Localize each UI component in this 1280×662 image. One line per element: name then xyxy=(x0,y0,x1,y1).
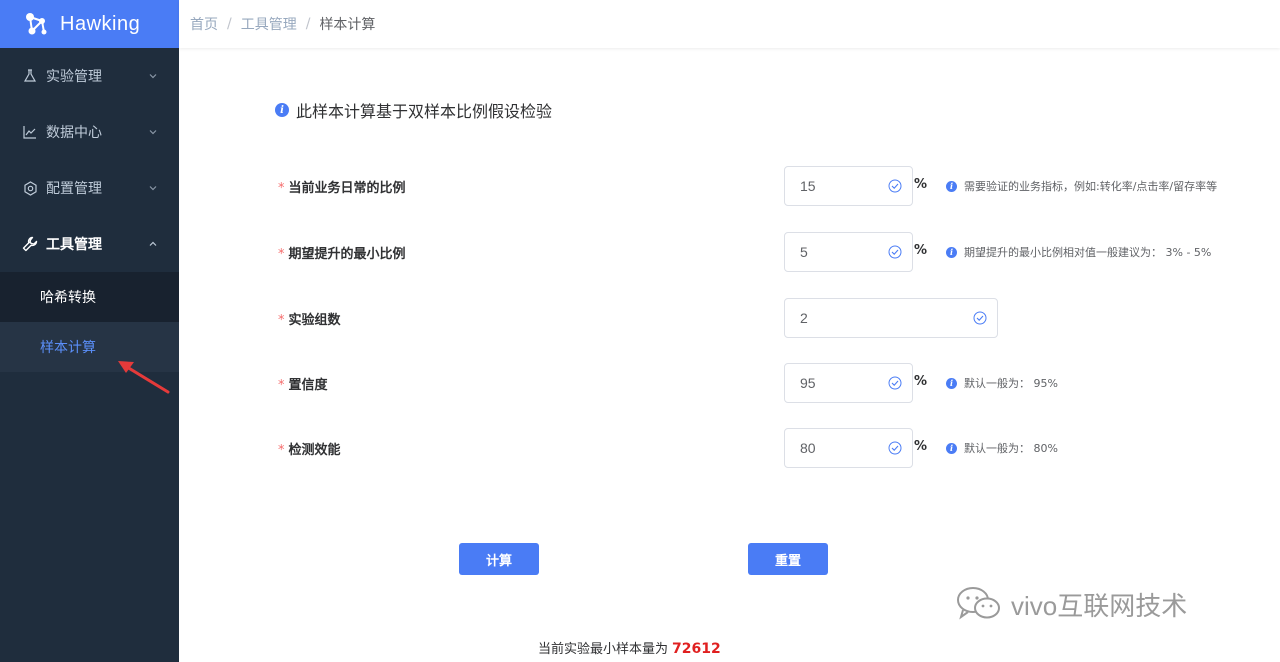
required-mark: * xyxy=(278,378,285,393)
hint-text: 需要验证的业务指标，例如:转化率/点击率/留存率等 xyxy=(964,180,1218,193)
chevron-down-icon xyxy=(149,130,157,135)
reset-button[interactable]: 重置 xyxy=(748,543,828,575)
breadcrumb-home[interactable]: 首页 xyxy=(190,14,218,34)
brand-header[interactable]: Hawking xyxy=(0,0,179,48)
field-hint: i 需要验证的业务指标，例如:转化率/点击率/留存率等 xyxy=(946,178,1217,194)
unit-percent: % xyxy=(914,374,928,389)
group-count-field[interactable] xyxy=(784,298,998,338)
breadcrumb-separator: / xyxy=(227,16,232,32)
breadcrumb-separator: / xyxy=(305,16,311,32)
sidebar-item-label: 数据中心 xyxy=(46,125,102,141)
hint-text: 默认一般为： 80% xyxy=(964,442,1058,455)
unit-percent: % xyxy=(914,177,928,192)
field-label-text: 期望提升的最小比例 xyxy=(288,247,406,262)
form-row-min-lift: *期望提升的最小比例 % i 期望提升的最小比例相对值一般建议为： 3% - 5% xyxy=(0,232,1280,272)
min-lift-field[interactable] xyxy=(784,232,913,272)
info-icon: i xyxy=(946,246,957,258)
check-circle-icon xyxy=(973,311,987,325)
hint-text: 默认一般为： 95% xyxy=(964,377,1058,390)
check-circle-icon xyxy=(888,179,902,193)
field-label-text: 实验组数 xyxy=(288,313,341,328)
power-field[interactable] xyxy=(784,428,913,468)
watermark: vivo互联网技术 xyxy=(955,585,1187,623)
result-value: 72612 xyxy=(672,641,721,657)
field-label-text: 置信度 xyxy=(288,378,328,393)
intro-notice: i 此样本计算基于双样本比例假设检验 xyxy=(275,98,552,122)
field-label: * 置信度 xyxy=(278,374,328,393)
field-label: * 检测效能 xyxy=(278,439,341,458)
check-circle-icon xyxy=(888,441,902,455)
wechat-icon xyxy=(957,587,1000,620)
info-icon: i xyxy=(275,103,289,117)
field-hint: i 默认一般为： 95% xyxy=(946,375,1058,391)
breadcrumb: 首页 / 工具管理 / 样本计算 xyxy=(179,0,1280,48)
field-label: * 实验组数 xyxy=(278,309,341,328)
calculate-button[interactable]: 计算 xyxy=(459,543,539,575)
field-label: * 当前业务日常的比例 xyxy=(278,177,406,196)
sidebar-item-data-center[interactable]: 数据中心 xyxy=(0,104,179,160)
check-circle-icon xyxy=(888,245,902,259)
chevron-down-icon xyxy=(149,74,157,79)
sidebar-item-experiment[interactable]: 实验管理 xyxy=(0,48,179,104)
form-row-baseline-rate: *当前业务日常的比例 % i 需要验证的业务指标，例如:转化率/点击率/留存率等 xyxy=(0,166,1280,206)
required-mark: * xyxy=(278,313,285,328)
line-chart-icon xyxy=(22,124,38,140)
brand-name: Hawking xyxy=(60,12,141,35)
hint-text: 期望提升的最小比例相对值一般建议为： 3% - 5% xyxy=(964,246,1212,259)
breadcrumb-tools[interactable]: 工具管理 xyxy=(241,14,297,34)
result-label: 当前实验最小样本量为 xyxy=(538,642,669,657)
info-icon: i xyxy=(946,442,957,454)
form-row-confidence: *置信度 % i 默认一般为： 95% xyxy=(0,363,1280,403)
field-hint: i 默认一般为： 80% xyxy=(946,440,1058,456)
confidence-field[interactable] xyxy=(784,363,913,403)
field-label-text: 当前业务日常的比例 xyxy=(288,181,406,196)
form-row-power: *检测效能 % i 默认一般为： 80% xyxy=(0,428,1280,468)
required-mark: * xyxy=(278,443,285,458)
intro-text: 此样本计算基于双样本比例假设检验 xyxy=(296,102,553,121)
form-row-group-count: * 实验组数 xyxy=(0,298,1280,338)
check-circle-icon xyxy=(888,376,902,390)
unit-percent: % xyxy=(914,439,928,454)
sidebar-item-label: 实验管理 xyxy=(46,69,102,85)
required-mark: * xyxy=(278,247,285,262)
breadcrumb-current: 样本计算 xyxy=(319,17,376,33)
group-count-input[interactable] xyxy=(785,299,997,337)
watermark-text: vivo互联网技术 xyxy=(1011,590,1188,621)
flask-icon xyxy=(22,68,38,84)
result-line: 当前实验最小样本量为 72612 xyxy=(538,638,721,657)
required-mark: * xyxy=(278,181,285,196)
baseline-rate-field[interactable] xyxy=(784,166,913,206)
unit-percent: % xyxy=(914,243,928,258)
info-icon: i xyxy=(946,180,957,192)
molecule-logo-icon xyxy=(26,13,47,35)
field-label-text: 检测效能 xyxy=(288,443,341,458)
field-label: * 期望提升的最小比例 xyxy=(278,243,406,262)
info-icon: i xyxy=(946,377,957,389)
field-hint: i 期望提升的最小比例相对值一般建议为： 3% - 5% xyxy=(946,244,1211,260)
